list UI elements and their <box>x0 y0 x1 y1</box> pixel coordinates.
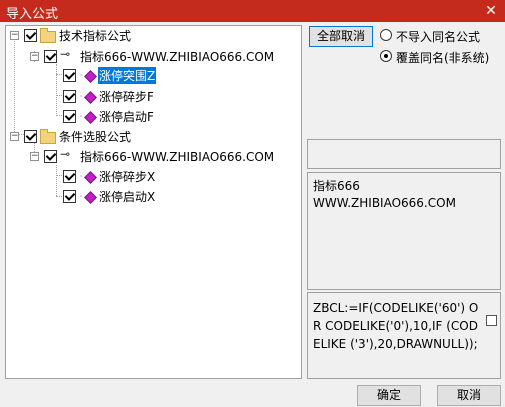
item-checkbox[interactable] <box>44 50 57 63</box>
tree-item-indicator[interactable]: − ⊸ 指标666-WWW.ZHIBIAO666.COM <box>6 47 296 65</box>
item-label: 指标666-WWW.ZHIBIAO666.COM <box>80 50 275 64</box>
leaf-label: 涨停碎步X <box>99 170 156 184</box>
tree-leaf[interactable]: ·· 涨停突围Z <box>6 67 296 85</box>
tree-group-screening[interactable]: − 条件选股公式 <box>6 127 296 145</box>
info-panel: 指标666 WWW.ZHIBIAO666.COM <box>307 172 501 290</box>
close-icon[interactable]: ✕ <box>481 1 501 21</box>
cancel-button[interactable]: 取消 <box>437 385 501 406</box>
deselect-all-button[interactable]: 全部取消 <box>309 26 373 47</box>
formula-icon <box>84 91 97 104</box>
formula-panel: ZBCL:=IF(CODELIKE('60') OR CODELIKE('0')… <box>307 292 501 379</box>
leaf-label: 涨停启动X <box>99 190 156 204</box>
item-label: 指标666-WWW.ZHIBIAO666.COM <box>80 150 275 164</box>
tree-leaf[interactable]: ·· 涨停碎步F <box>6 88 296 106</box>
key-icon: ⊸ <box>60 47 71 61</box>
tree-item-indicator[interactable]: − ⊸ 指标666-WWW.ZHIBIAO666.COM <box>6 147 296 165</box>
formula-checkbox[interactable] <box>486 315 497 326</box>
connector-dots: ·· <box>79 112 83 121</box>
folder-icon <box>40 129 56 144</box>
group-label: 条件选股公式 <box>59 130 132 144</box>
leaf-checkbox[interactable] <box>63 170 76 183</box>
group-checkbox[interactable] <box>24 29 37 42</box>
tree-leaf[interactable]: ·· 涨停启动X <box>6 188 296 206</box>
formula-icon <box>84 70 97 83</box>
leaf-checkbox[interactable] <box>63 190 76 203</box>
tree-leaf[interactable]: ·· 涨停碎步X <box>6 168 296 186</box>
item-checkbox[interactable] <box>44 150 57 163</box>
collapse-icon[interactable]: − <box>10 31 19 40</box>
formula-icon <box>84 111 97 124</box>
folder-icon <box>40 28 56 43</box>
radio-overwrite[interactable] <box>380 50 392 62</box>
blank-panel <box>307 139 501 169</box>
leaf-label: 涨停突围Z <box>98 67 157 84</box>
formula-text: ZBCL:=IF(CODELIKE('60') OR CODELIKE('0')… <box>313 301 479 351</box>
collapse-icon[interactable]: − <box>30 152 39 161</box>
leaf-checkbox[interactable] <box>63 90 76 103</box>
ok-button[interactable]: 确定 <box>357 385 421 406</box>
leaf-label: 涨停启动F <box>99 110 154 124</box>
leaf-checkbox[interactable] <box>63 69 76 82</box>
leaf-label: 涨停碎步F <box>99 90 154 104</box>
radio-overwrite-label[interactable]: 覆盖同名(非系统) <box>396 49 489 66</box>
formula-icon <box>84 171 97 184</box>
group-label: 技术指标公式 <box>59 29 132 43</box>
connector-dots: ·· <box>79 71 83 80</box>
radio-no-import-label[interactable]: 不导入同名公式 <box>396 28 480 45</box>
connector-dots: ·· <box>79 172 83 181</box>
leaf-checkbox[interactable] <box>63 110 76 123</box>
info-website: WWW.ZHIBIAO666.COM <box>313 196 456 210</box>
group-checkbox[interactable] <box>24 130 37 143</box>
key-icon: ⊸ <box>60 147 71 161</box>
formula-tree[interactable]: − 技术指标公式 − ⊸ 指标666-WWW.ZHIBIAO666.COM ··… <box>5 25 302 379</box>
radio-no-import[interactable] <box>380 29 392 41</box>
connector-dots: ·· <box>79 92 83 101</box>
tree-group-technical[interactable]: − 技术指标公式 <box>6 26 296 44</box>
info-name: 指标666 <box>313 179 360 193</box>
collapse-icon[interactable]: − <box>30 52 39 61</box>
title-bar: 导入公式 ✕ <box>0 0 505 22</box>
collapse-icon[interactable]: − <box>10 132 19 141</box>
tree-leaf[interactable]: ·· 涨停启动F <box>6 108 296 126</box>
connector-dots: ·· <box>79 192 83 201</box>
window-title: 导入公式 <box>6 7 59 22</box>
formula-icon <box>84 191 97 204</box>
